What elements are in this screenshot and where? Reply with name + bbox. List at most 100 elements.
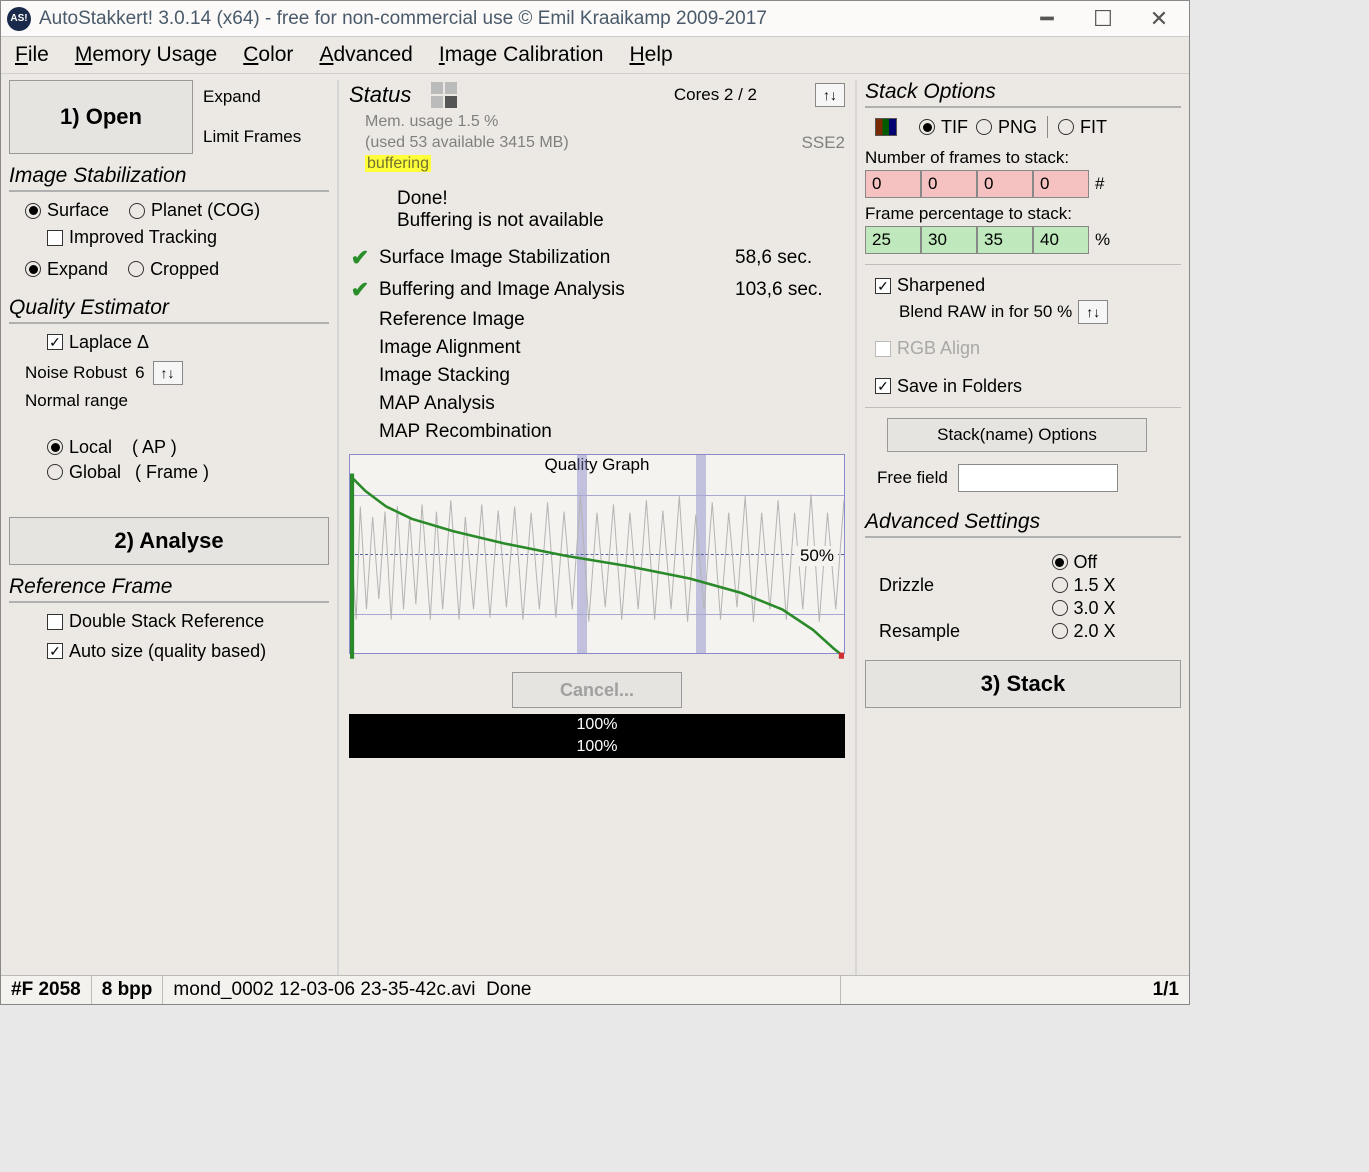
close-button[interactable]: ✕ <box>1135 6 1183 32</box>
pct-frame-2[interactable] <box>977 226 1033 254</box>
num-frame-1[interactable] <box>921 170 977 198</box>
pct-frame-0[interactable] <box>865 226 921 254</box>
check-improved-tracking[interactable]: Improved Tracking <box>47 227 217 248</box>
window-title: AutoStakkert! 3.0.14 (x64) - free for no… <box>39 8 1015 30</box>
stack-button[interactable]: 3) Stack <box>865 660 1181 708</box>
open-button[interactable]: 1) Open <box>9 80 193 154</box>
task-row: MAP Analysis <box>349 390 845 418</box>
quality-title: Quality Estimator <box>9 296 329 324</box>
radio-png[interactable]: PNG <box>976 117 1037 138</box>
stabilization-title: Image Stabilization <box>9 164 329 192</box>
cores-icon <box>431 82 457 108</box>
radio-local[interactable]: Local ( AP ) <box>47 437 177 458</box>
radio-tif[interactable]: TIF <box>919 117 968 138</box>
maximize-button[interactable]: ☐ <box>1079 6 1127 32</box>
task-row: Image Alignment <box>349 334 845 362</box>
num-frame-0[interactable] <box>865 170 921 198</box>
mem-line1: Mem. usage 1.5 % <box>365 112 845 133</box>
radio-resample-20[interactable]: 2.0 X <box>1052 621 1182 642</box>
stackname-button[interactable]: Stack(name) Options <box>887 418 1147 452</box>
status-file: mond_0002 12-03-06 23-35-42c.avi Done <box>163 976 840 1004</box>
check-rgb-align[interactable]: RGB Align <box>875 338 980 359</box>
task-name: Image Alignment <box>379 337 727 359</box>
task-row: MAP Recombination <box>349 418 845 446</box>
open-row: 1) Open Expand Limit Frames <box>9 80 329 154</box>
check-sharpened[interactable]: Sharpened <box>875 275 985 296</box>
task-time: 58,6 sec. <box>735 247 845 269</box>
mem-line2: (used 53 available 3415 MB) <box>365 133 569 154</box>
num-frame-2[interactable] <box>977 170 1033 198</box>
check-save-folders[interactable]: Save in Folders <box>875 376 1022 397</box>
drizzle-label: Drizzle <box>879 575 1026 596</box>
cores-spinner[interactable]: ↑↓ <box>815 83 845 107</box>
quality-graph: Quality Graph 50% <box>349 454 845 654</box>
noise-robust-label: Noise Robust <box>25 363 127 383</box>
normal-range-label: Normal range <box>25 391 329 411</box>
radio-fit[interactable]: FIT <box>1058 117 1107 138</box>
radio-cropped[interactable]: Cropped <box>128 259 219 280</box>
pct-frame-1[interactable] <box>921 226 977 254</box>
radio-planet[interactable]: Planet (COG) <box>129 200 260 221</box>
minimize-button[interactable]: ━ <box>1023 6 1071 32</box>
stack-options-title: Stack Options <box>865 80 1181 108</box>
task-row: Reference Image <box>349 306 845 334</box>
menubar: File Memory Usage Color Advanced Image C… <box>1 37 1189 74</box>
task-row: ✔Buffering and Image Analysis103,6 sec. <box>349 274 845 306</box>
status-page: 1/1 <box>841 976 1189 1004</box>
menu-file[interactable]: File <box>15 43 49 67</box>
status-bpp: 8 bpp <box>92 976 164 1004</box>
radio-surface[interactable]: Surface <box>25 200 109 221</box>
free-field-input[interactable] <box>958 464 1118 492</box>
noise-robust-spinner[interactable]: ↑↓ <box>153 361 183 385</box>
task-time: 103,6 sec. <box>735 279 845 301</box>
blend-label: Blend RAW in for 50 % <box>899 302 1072 322</box>
progress-2: 100% <box>349 736 845 758</box>
analyse-button[interactable]: 2) Analyse <box>9 517 329 565</box>
pct-frames-inputs <box>865 226 1089 254</box>
radio-drizzle-off[interactable]: Off <box>1052 552 1182 573</box>
middle-panel: Status Cores 2 / 2 ↑↓ Mem. usage 1.5 % (… <box>337 80 857 975</box>
task-row: ✔ Surface Image Stabilization 58,6 sec. <box>349 242 845 274</box>
sse-label: SSE2 <box>802 133 845 154</box>
task-name: Image Stacking <box>379 365 727 387</box>
radio-global[interactable]: Global ( Frame ) <box>47 462 209 483</box>
num-frames-label: Number of frames to stack: <box>865 148 1181 168</box>
done-label: Done! <box>397 188 845 210</box>
menu-advanced[interactable]: Advanced <box>319 43 412 67</box>
cancel-button[interactable]: Cancel... <box>512 672 682 708</box>
buffering-label: buffering <box>365 155 431 172</box>
statusbar: #F 2058 8 bpp mond_0002 12-03-06 23-35-4… <box>1 975 1189 1004</box>
task-list: ✔ Surface Image Stabilization 58,6 sec. ✔Bu… <box>349 242 845 446</box>
check-double-stack[interactable]: Double Stack Reference <box>47 611 264 632</box>
noise-robust-value: 6 <box>135 363 144 383</box>
check-laplace[interactable]: Laplace Δ <box>47 332 149 353</box>
content: 1) Open Expand Limit Frames Image Stabil… <box>1 74 1189 975</box>
app-icon: AS! <box>7 7 31 31</box>
free-field-label: Free field <box>877 468 948 488</box>
radio-drizzle-15[interactable]: 1.5 X <box>1052 575 1182 596</box>
num-frame-3[interactable] <box>1033 170 1089 198</box>
task-name: Surface Image Stabilization <box>379 247 727 269</box>
pct-frames-label: Frame percentage to stack: <box>865 204 1181 224</box>
open-side: Expand Limit Frames <box>203 87 301 147</box>
limit-frames-link[interactable]: Limit Frames <box>203 127 301 147</box>
pct-frame-3[interactable] <box>1033 226 1089 254</box>
radio-expand[interactable]: Expand <box>25 259 108 280</box>
main-window: AS! AutoStakkert! 3.0.14 (x64) - free fo… <box>0 0 1190 1005</box>
check-auto-size[interactable]: Auto size (quality based) <box>47 641 266 662</box>
menu-memory[interactable]: Memory Usage <box>75 43 217 67</box>
not-available-label: Buffering is not available <box>397 210 845 232</box>
blend-spinner[interactable]: ↑↓ <box>1078 300 1108 324</box>
cores-label: Cores 2 / 2 <box>674 85 757 105</box>
left-panel: 1) Open Expand Limit Frames Image Stabil… <box>9 80 329 975</box>
check-icon: ✔ <box>349 245 371 271</box>
expand-link[interactable]: Expand <box>203 87 301 107</box>
status-header: Status Cores 2 / 2 ↑↓ <box>349 82 845 108</box>
menu-image-cal[interactable]: Image Calibration <box>439 43 604 67</box>
radio-drizzle-30[interactable]: 3.0 X <box>1052 598 1182 619</box>
menu-color[interactable]: Color <box>243 43 293 67</box>
menu-help[interactable]: Help <box>629 43 672 67</box>
reference-title: Reference Frame <box>9 575 329 603</box>
task-row: Image Stacking <box>349 362 845 390</box>
progress-1: 100% <box>349 714 845 736</box>
